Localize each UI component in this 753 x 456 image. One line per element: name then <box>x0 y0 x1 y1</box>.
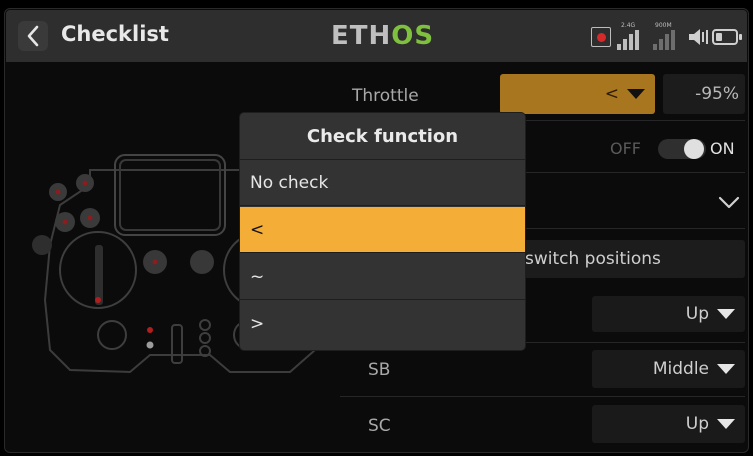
throttle-function-value: < <box>604 84 619 104</box>
record-icon <box>591 27 611 47</box>
top-bar: Checklist ETH OS 2.4G 900M <box>6 10 747 62</box>
toggle-on-label: ON <box>710 139 735 158</box>
signal-bars-900-icon: 900M <box>651 22 683 50</box>
brand-suffix: OS <box>391 21 435 51</box>
option-no-check[interactable]: No check <box>240 160 525 206</box>
switch-sb-value: Middle <box>652 359 709 379</box>
throttle-label: Throttle <box>352 86 419 106</box>
battery-icon <box>712 29 742 45</box>
option-approximately[interactable]: ~ <box>240 254 525 300</box>
switch-sa-dropdown[interactable]: Up <box>592 296 745 332</box>
switch-sc-value: Up <box>685 414 709 434</box>
option-label: > <box>250 314 265 334</box>
toggle-switch-icon <box>658 139 706 159</box>
page-title: Checklist <box>61 22 169 46</box>
option-greater-than[interactable]: > <box>240 301 525 347</box>
screen: Checklist ETH OS 2.4G 900M Throttle < -9… <box>0 0 753 456</box>
triangle-down-icon <box>717 419 735 429</box>
switch-positions-label: switch positions <box>525 249 661 269</box>
status-icons: 2.4G 900M <box>591 22 751 50</box>
option-label: No check <box>250 172 329 193</box>
check-function-dialog: Check function No check < ~ > <box>240 113 525 350</box>
triangle-down-icon <box>717 364 735 374</box>
throttle-function-dropdown[interactable]: < <box>500 74 655 114</box>
chevron-left-icon <box>27 25 39 47</box>
chevron-down-icon[interactable] <box>718 196 740 210</box>
toggle-off-label: OFF <box>610 139 641 158</box>
speaker-icon <box>689 29 708 45</box>
option-less-than[interactable]: < <box>240 207 525 253</box>
back-button[interactable] <box>18 21 48 51</box>
throttle-position-field[interactable]: -95% <box>663 74 745 114</box>
switch-sb-label: SB <box>368 360 391 380</box>
throttle-position-value: -95% <box>695 84 739 104</box>
option-label: < <box>250 219 265 240</box>
switch-sa-value: Up <box>685 304 709 324</box>
option-label: ~ <box>250 266 265 287</box>
switch-sb-dropdown[interactable]: Middle <box>592 350 745 388</box>
signal-bars-icon: 2.4G <box>615 22 647 50</box>
switch-sc-dropdown[interactable]: Up <box>592 405 745 443</box>
brand-logo: ETH OS <box>331 21 435 51</box>
rx-band-label: 2.4G <box>621 22 636 29</box>
triangle-down-icon <box>627 89 645 99</box>
brand-prefix: ETH <box>331 21 392 51</box>
dialog-title: Check function <box>240 113 525 160</box>
rx-band2-label: 900M <box>655 22 672 29</box>
switch-positions-button[interactable]: switch positions <box>505 240 745 278</box>
enable-toggle[interactable]: OFF ON <box>610 137 746 161</box>
triangle-down-icon <box>717 309 735 319</box>
switch-sc-label: SC <box>368 416 391 436</box>
